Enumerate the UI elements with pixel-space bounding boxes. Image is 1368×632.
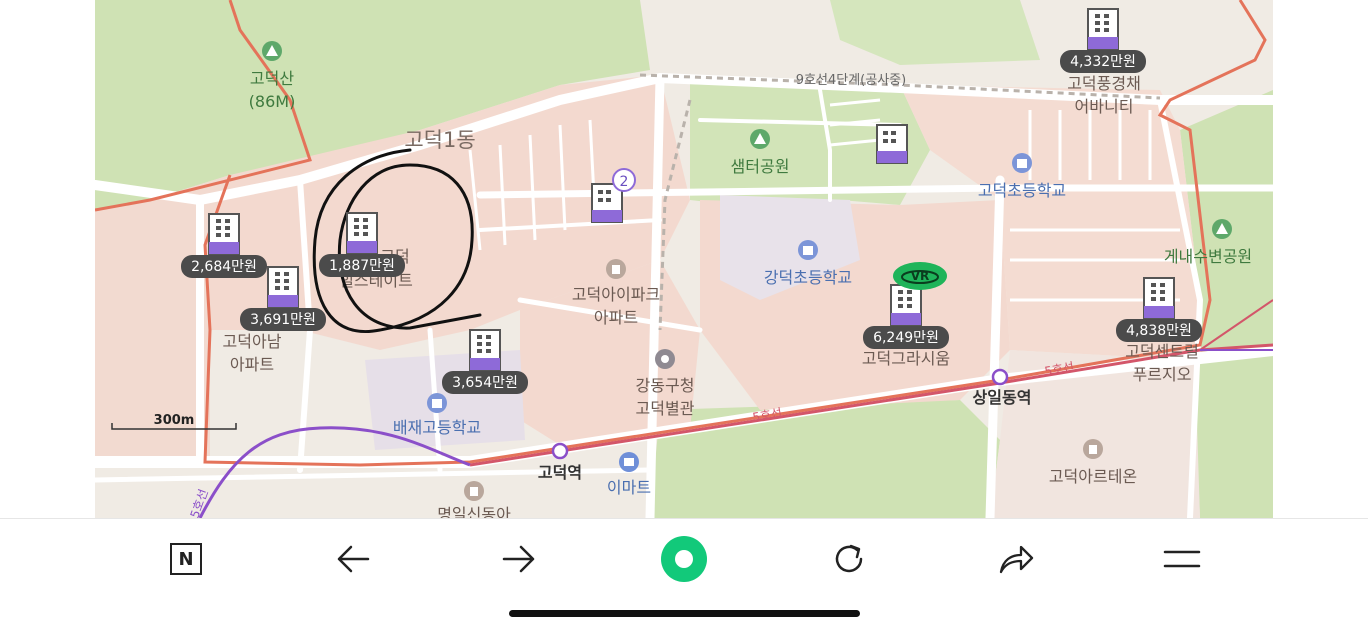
apartment-icon	[1083, 439, 1103, 459]
building-marker-icon	[208, 213, 240, 255]
left-margin	[0, 0, 95, 518]
godeok-station-marker[interactable]	[551, 442, 569, 460]
gracium-label: 고덕그라시움	[862, 349, 950, 368]
cluster-count: 2	[620, 174, 629, 190]
school-icon	[427, 393, 447, 413]
sangil-station-label: 상일동역	[973, 388, 1032, 407]
godeok-station-label: 고덕역	[538, 463, 582, 482]
building-marker-icon	[1143, 277, 1175, 319]
godeok-annex-label: 고덕별관	[636, 399, 695, 418]
ipark-label-1: 고덕아이파크	[572, 285, 660, 304]
pungkyung-label-1: 고덕풍경채	[1067, 74, 1141, 93]
emart-label: 이마트	[607, 478, 651, 497]
gaenae-park-label: 게내수변공원	[1164, 247, 1252, 266]
gangdeok-elem-label: 강덕초등학교	[764, 268, 852, 287]
menu-icon[interactable]	[1158, 537, 1206, 581]
pungkyung-label-2: 어바니티	[1075, 97, 1134, 116]
refresh-icon[interactable]	[825, 537, 873, 581]
park-icon	[750, 129, 770, 149]
right-margin	[1273, 0, 1368, 518]
n-label: N	[170, 543, 202, 575]
south-park-area	[650, 400, 1000, 518]
apartment-icon	[606, 259, 626, 279]
price-label: 1,887만원	[329, 258, 395, 274]
anam-label-2: 아파트	[230, 355, 274, 374]
forward-arrow-icon[interactable]	[495, 537, 543, 581]
naver-n-icon[interactable]: N	[162, 537, 210, 581]
mountain-icon	[262, 41, 282, 61]
gangdong-office-label: 강동구청	[636, 376, 695, 395]
district-label: 고덕1동	[404, 128, 475, 152]
share-icon[interactable]	[992, 537, 1040, 581]
park-icon	[1212, 219, 1232, 239]
green-home-icon[interactable]	[660, 536, 708, 582]
price-label: 4,332만원	[1070, 54, 1136, 70]
shopping-icon	[619, 452, 639, 472]
building-marker-icon	[346, 212, 378, 254]
godeok-arteon-label: 고덕아르테온	[1049, 467, 1137, 486]
school-icon	[1012, 153, 1032, 173]
price-label: 4,838만원	[1126, 323, 1192, 339]
school-icon	[798, 240, 818, 260]
ipark-label-2: 아파트	[594, 308, 638, 327]
price-label: 3,691만원	[250, 312, 316, 328]
home-indicator	[509, 610, 860, 617]
price-label: 3,654만원	[452, 375, 518, 391]
price-label: 6,249만원	[873, 330, 939, 346]
price-label: 2,684만원	[191, 259, 257, 275]
baejae-high-label: 배재고등학교	[393, 418, 481, 437]
building-marker-icon	[267, 266, 299, 308]
mountain-name: 고덕산	[250, 69, 294, 88]
samter-park-label: 샘터공원	[731, 157, 790, 176]
svg-text:VR: VR	[911, 269, 930, 283]
mountain-height: (86M)	[249, 92, 296, 111]
line9-label: 9호선4단계(공사중)	[796, 73, 906, 88]
anam-label-1: 고덕아남	[223, 332, 282, 351]
browser-toolbar: N	[0, 518, 1368, 632]
apartment-icon	[464, 481, 484, 501]
godeok-elem-label: 고덕초등학교	[978, 181, 1066, 200]
centreville-label-1: 고덕센트럴	[1125, 342, 1199, 361]
building-marker-icon	[1087, 8, 1119, 50]
sangil-station-marker[interactable]	[991, 368, 1009, 386]
building-marker-icon	[890, 284, 922, 326]
building-marker-icon[interactable]	[876, 124, 908, 164]
building-marker-icon	[469, 329, 501, 371]
svg-text:300m: 300m	[154, 413, 195, 428]
centreville-label-2: 푸르지오	[1133, 365, 1192, 384]
government-icon	[655, 349, 675, 369]
back-arrow-icon[interactable]	[329, 537, 377, 581]
vr-badge-icon[interactable]: VR	[893, 262, 947, 290]
